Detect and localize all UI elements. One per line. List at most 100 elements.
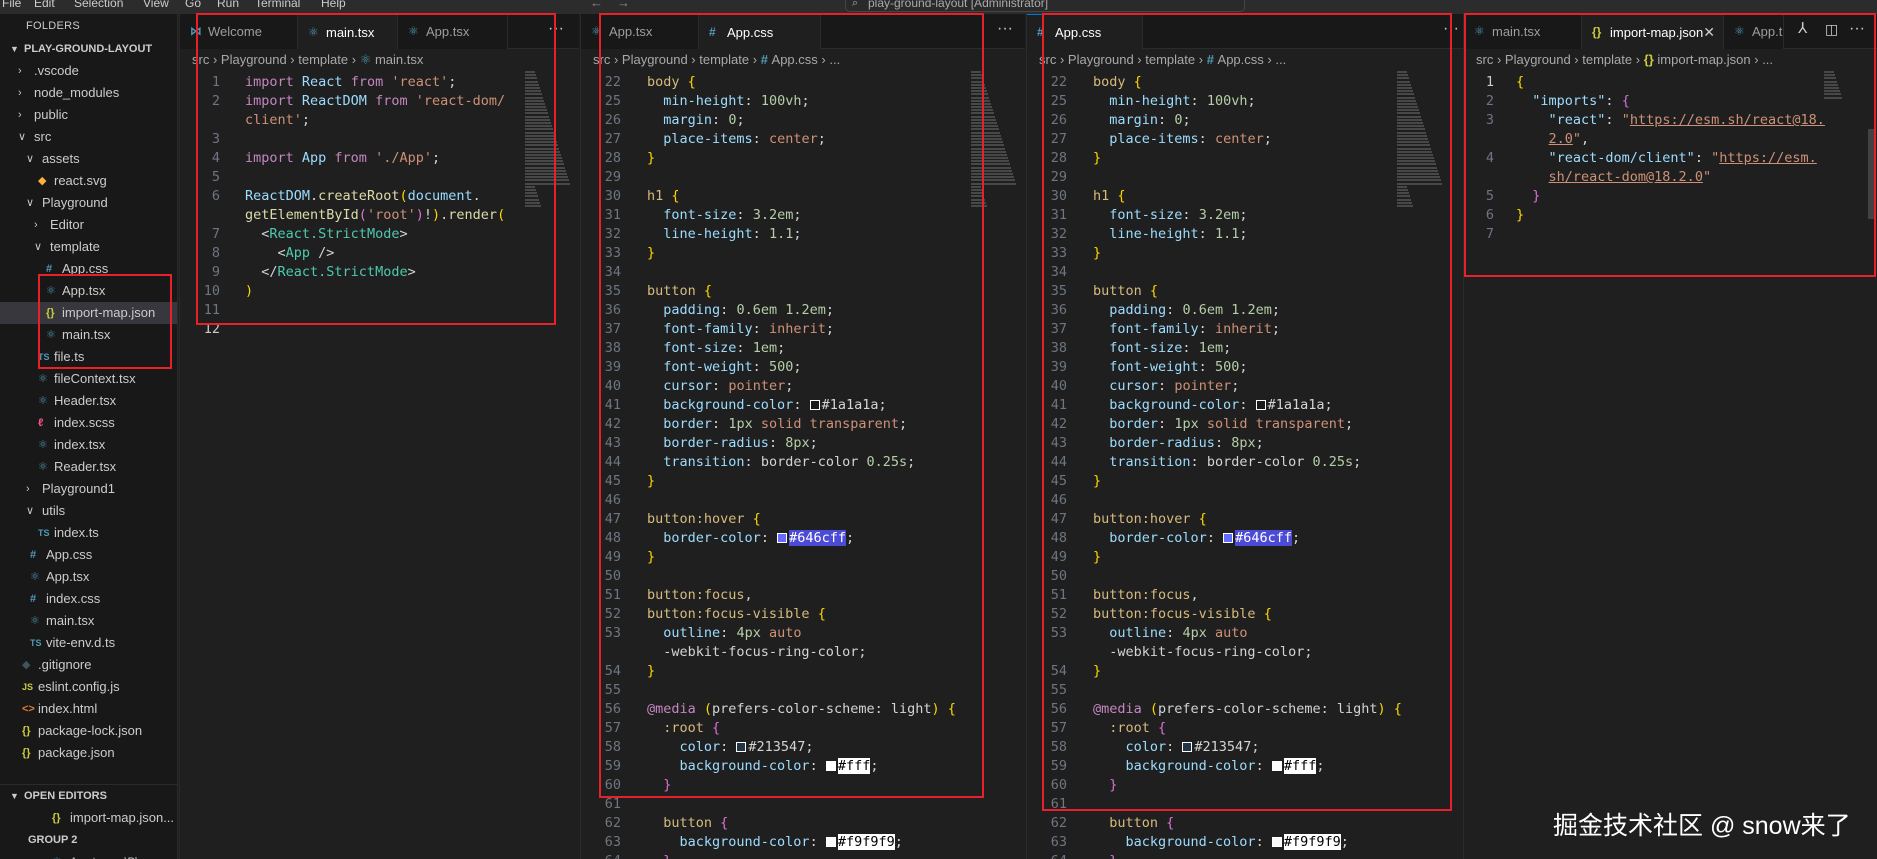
breadcrumb-item[interactable]: template: [699, 52, 749, 67]
tree-item[interactable]: › Editor: [0, 214, 177, 236]
breadcrumb-item[interactable]: Playground: [221, 52, 287, 67]
color-swatch[interactable]: [1271, 761, 1282, 771]
tree-item[interactable]: TS file.ts: [0, 346, 177, 368]
tree-item[interactable]: ⚛ index.tsx: [0, 434, 177, 456]
tree-item[interactable]: JS eslint.config.js: [0, 676, 177, 698]
tab-app-tsx[interactable]: ⚛ App.tsx: [398, 14, 508, 49]
tree-item[interactable]: ⚛ App.tsx: [0, 280, 177, 302]
tree-item[interactable]: ∨ template: [0, 236, 177, 258]
tree-item[interactable]: ℓ index.scss: [0, 412, 177, 434]
minimap[interactable]: [1397, 71, 1447, 211]
close-icon[interactable]: ✕: [1703, 15, 1715, 49]
breadcrumb-item[interactable]: import-map.json: [1657, 52, 1750, 67]
tab-main-tsx[interactable]: ⚛ main.tsx: [298, 14, 398, 49]
tree-item[interactable]: ⚛ fileContext.tsx: [0, 368, 177, 390]
nav-arrows[interactable]: ←→: [590, 0, 644, 10]
group2-item[interactable]: ⚛ App.tsx src\Playg...: [0, 851, 177, 859]
tree-item[interactable]: {} package.json: [0, 742, 177, 764]
code-text: :root {: [647, 719, 720, 738]
breadcrumb-item[interactable]: Playground: [622, 52, 688, 67]
code-area[interactable]: 22 body {25 min-height: 100vh; 26 margin: …: [581, 71, 1025, 859]
code-area[interactable]: 1{2 "imports": {3 "react": "https://esm.…: [1464, 71, 1877, 859]
tab-welcome[interactable]: ⋈ Welcome: [180, 14, 298, 49]
tab-app-css[interactable]: # App.css: [699, 14, 821, 49]
tree-item[interactable]: TS index.ts: [0, 522, 177, 544]
breadcrumb-item[interactable]: Playground: [1505, 52, 1571, 67]
open-editors-header[interactable]: ▼ OPEN EDITORS: [0, 785, 177, 807]
menu-run[interactable]: Run: [217, 0, 239, 10]
open-editor-item[interactable]: {} import-map.json...: [0, 807, 177, 829]
breadcrumb-item[interactable]: App.css: [1218, 52, 1264, 67]
breadcrumb-item[interactable]: src: [192, 52, 209, 67]
breadcrumb-item[interactable]: template: [1582, 52, 1632, 67]
color-swatch[interactable]: [825, 837, 836, 847]
color-swatch[interactable]: [1271, 837, 1282, 847]
tree-item[interactable]: ⚛ main.tsx: [0, 610, 177, 632]
tree-item[interactable]: ∨ Playground: [0, 192, 177, 214]
breadcrumb-item[interactable]: template: [298, 52, 348, 67]
color-swatch[interactable]: [1223, 533, 1234, 543]
tree-item[interactable]: ∨ utils: [0, 500, 177, 522]
breadcrumb-item[interactable]: ...: [829, 52, 840, 67]
tab-app-t[interactable]: ⚛ App.t: [1724, 14, 1784, 49]
tree-item[interactable]: {} package-lock.json: [0, 720, 177, 742]
breadcrumb-item[interactable]: main.tsx: [375, 52, 423, 67]
tree-item[interactable]: {} import-map.json: [0, 302, 177, 324]
tree-item[interactable]: › node_modules: [0, 82, 177, 104]
tree-item[interactable]: ∨ src: [0, 126, 177, 148]
color-swatch[interactable]: [1182, 742, 1193, 752]
tab-app-tsx[interactable]: ⚛ App.tsx: [581, 14, 699, 49]
breadcrumb-item[interactable]: ...: [1275, 52, 1286, 67]
tab-import-map-json[interactable]: {} import-map.json ✕: [1582, 14, 1724, 49]
menu-edit[interactable]: Edit: [34, 0, 55, 10]
tree-item[interactable]: ⚛ App.tsx: [0, 566, 177, 588]
source-control-icon[interactable]: ⅄: [1798, 14, 1807, 49]
menu-view[interactable]: View: [143, 0, 169, 10]
minimap[interactable]: [971, 71, 1021, 211]
color-swatch[interactable]: [825, 761, 836, 771]
tree-item[interactable]: › .vscode: [0, 60, 177, 82]
tree-item[interactable]: <> index.html: [0, 698, 177, 720]
color-swatch[interactable]: [809, 400, 820, 410]
more-actions-icon[interactable]: ···: [1443, 14, 1459, 49]
tree-item[interactable]: › Playground1: [0, 478, 177, 500]
breadcrumb-item[interactable]: ...: [1762, 52, 1773, 67]
breadcrumb-item[interactable]: src: [593, 52, 610, 67]
split-editor-icon[interactable]: ◫: [1825, 14, 1838, 49]
tree-item[interactable]: › public: [0, 104, 177, 126]
more-actions-icon[interactable]: ···: [548, 14, 564, 49]
menu-file[interactable]: File: [2, 0, 21, 10]
tab-app-css[interactable]: # App.css: [1027, 14, 1143, 49]
tree-item[interactable]: ◆ .gitignore: [0, 654, 177, 676]
color-swatch[interactable]: [736, 742, 747, 752]
menu-selection[interactable]: Selection: [74, 0, 123, 10]
breadcrumb-item[interactable]: Playground: [1068, 52, 1134, 67]
tree-item[interactable]: # App.css: [0, 544, 177, 566]
breadcrumb-item[interactable]: src: [1039, 52, 1056, 67]
more-actions-icon[interactable]: ···: [1849, 14, 1865, 49]
tree-item[interactable]: ∨ assets: [0, 148, 177, 170]
tree-item[interactable]: # index.css: [0, 588, 177, 610]
breadcrumb-item[interactable]: src: [1476, 52, 1493, 67]
color-swatch[interactable]: [1255, 400, 1266, 410]
minimap[interactable]: [525, 71, 575, 211]
tree-item[interactable]: ⚛ main.tsx: [0, 324, 177, 346]
project-root[interactable]: ▼ PLAY-GROUND-LAYOUT: [0, 38, 177, 60]
tree-item[interactable]: # App.css: [0, 258, 177, 280]
code-area[interactable]: 1 import React from 'react'; 2 import React…: [180, 71, 579, 859]
tab-main-tsx[interactable]: ⚛ main.tsx: [1464, 14, 1582, 49]
more-actions-icon[interactable]: ···: [997, 14, 1013, 49]
tree-item[interactable]: ⚛ Reader.tsx: [0, 456, 177, 478]
scrollbar[interactable]: [1868, 129, 1876, 219]
tree-item[interactable]: ⚛ Header.tsx: [0, 390, 177, 412]
color-swatch[interactable]: [777, 533, 788, 543]
minimap[interactable]: [1824, 71, 1874, 101]
menu-help[interactable]: Help: [321, 0, 346, 10]
tree-item[interactable]: ◆ react.svg: [0, 170, 177, 192]
title-search-box[interactable]: ⌕ play-ground-layout [Administrator]: [845, 0, 1245, 12]
menu-terminal[interactable]: Terminal: [255, 0, 300, 10]
tree-item[interactable]: TS vite-env.d.ts: [0, 632, 177, 654]
menu-go[interactable]: Go: [185, 0, 201, 10]
breadcrumb-item[interactable]: App.css: [772, 52, 818, 67]
breadcrumb-item[interactable]: template: [1145, 52, 1195, 67]
